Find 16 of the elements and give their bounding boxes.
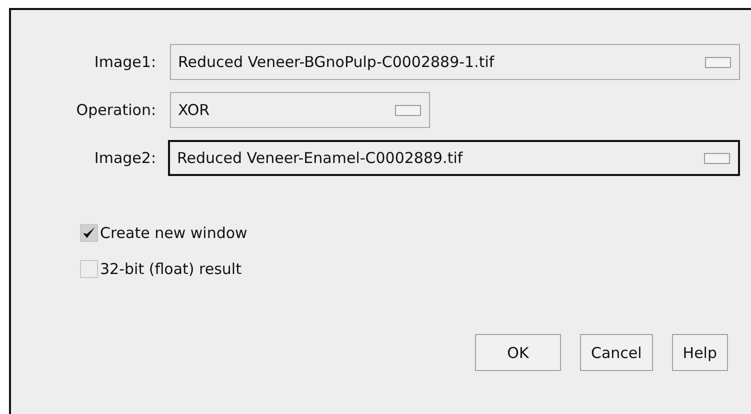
field-label: Image2: <box>93 149 156 167</box>
dropdown[interactable]: Reduced Veneer-Enamel-C0002889.tif <box>168 140 740 176</box>
dropdown-indicator-icon <box>705 56 731 68</box>
field-label: Image1: <box>93 53 156 71</box>
dropdown-indicator-icon <box>704 152 730 164</box>
dialog-button[interactable]: OK <box>474 334 561 371</box>
field-label: Operation: <box>75 101 156 119</box>
dialog-button[interactable]: Cancel <box>580 334 653 371</box>
dropdown[interactable]: XOR <box>170 92 430 128</box>
checkbox-label: 32-bit (float) result <box>100 260 242 278</box>
checkbox-label: Create new window <box>100 224 248 242</box>
dropdown[interactable]: Reduced Veneer-BGnoPulp-C0002889-1.tif <box>170 44 740 80</box>
checkbox[interactable] <box>80 260 98 278</box>
dialog-button[interactable]: Help <box>672 334 728 371</box>
checkbox[interactable] <box>80 224 98 242</box>
dropdown-indicator-icon <box>395 104 421 116</box>
